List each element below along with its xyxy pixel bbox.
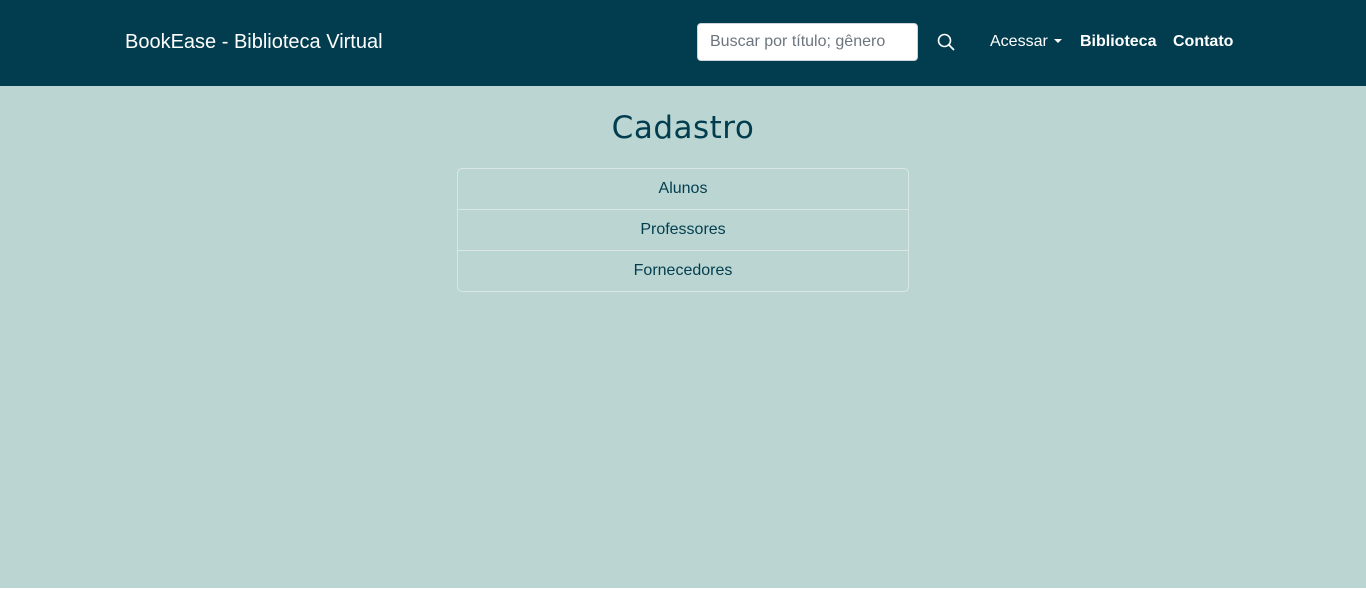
acessar-label: Acessar: [990, 33, 1048, 50]
cadastro-list: Alunos Professores Fornecedores: [457, 168, 909, 292]
search-button[interactable]: [928, 26, 964, 58]
acessar-dropdown[interactable]: Acessar: [990, 32, 1062, 52]
brand-link[interactable]: BookEase - Biblioteca Virtual: [125, 29, 383, 55]
caret-down-icon: [1053, 39, 1062, 43]
nav-link-biblioteca[interactable]: Biblioteca: [1080, 32, 1156, 52]
main-content: Cadastro Alunos Professores Fornecedores: [0, 86, 1366, 588]
list-item-fornecedores[interactable]: Fornecedores: [458, 251, 908, 291]
list-item-professores[interactable]: Professores: [458, 210, 908, 251]
page-title: Cadastro: [611, 110, 755, 146]
search-icon: [937, 33, 955, 51]
nav-link-contato[interactable]: Contato: [1173, 32, 1233, 52]
top-navbar: BookEase - Biblioteca Virtual Acessar Bi…: [0, 0, 1366, 86]
list-item-alunos[interactable]: Alunos: [458, 169, 908, 210]
search-input[interactable]: [697, 23, 918, 61]
